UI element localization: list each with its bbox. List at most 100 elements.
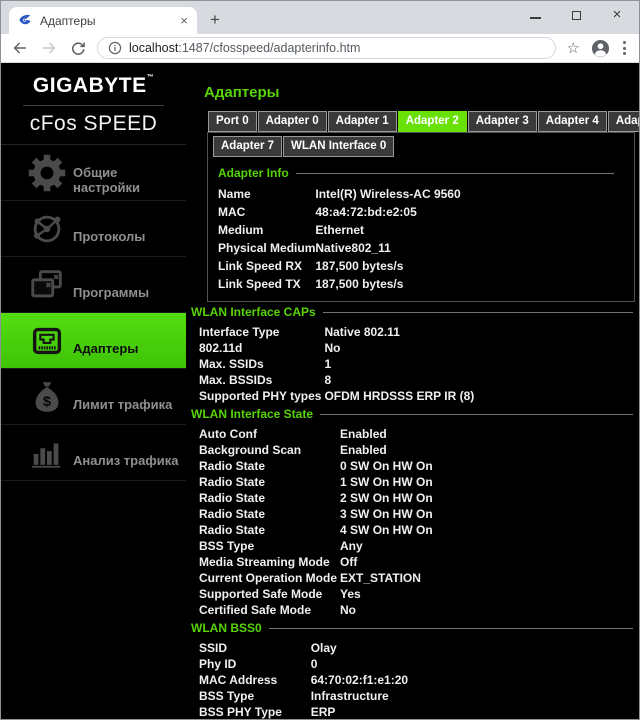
section-header-adapter-info: Adapter Info (218, 166, 624, 180)
forward-icon[interactable] (39, 38, 59, 58)
sidebar-item-label: Общие настройки (73, 165, 141, 195)
maximize-button[interactable] (570, 9, 582, 21)
sidebar-item-general-settings[interactable]: Общие настройки (1, 145, 186, 201)
info-label: Certified Safe Mode (199, 602, 312, 617)
info-row: BSS PHY Type ERP (199, 704, 408, 719)
info-label: Max. BSSIDs (199, 372, 273, 387)
info-label: Supported PHY types (199, 388, 322, 403)
info-row: MAC 48:a4:72:bd:e2:05 (218, 203, 461, 221)
info-label: SSID (199, 640, 228, 655)
info-value: 187,500 bytes/s (315, 276, 404, 291)
info-row: Radio State 2 SW On HW On (199, 490, 433, 506)
section-legend: WLAN Interface State (191, 407, 314, 421)
tab-adapter-5[interactable]: Adapter 5 (607, 111, 639, 132)
cfos-speed-app: GIGABYTE™ cFos SPEED Общие настройки Про… (1, 63, 639, 719)
info-label: Name (218, 186, 251, 201)
wlan-caps-table: Interface Type Native 802.11 802.11d No Max.… (199, 324, 474, 404)
tab-adapter-0[interactable]: Adapter 0 (257, 111, 327, 132)
minimize-button[interactable] (529, 9, 541, 21)
info-value: 8 (324, 372, 332, 387)
info-row: Radio State 1 SW On HW On (199, 474, 433, 490)
info-row: Medium Ethernet (218, 221, 461, 239)
logo-divider (23, 105, 164, 106)
info-value: EXT_STATION (340, 570, 421, 585)
info-value: 0 (310, 656, 318, 671)
refresh-icon[interactable] (68, 38, 88, 58)
tab-adapter-4[interactable]: Adapter 4 (537, 111, 607, 132)
gear-icon (28, 154, 66, 191)
info-row: Certified Safe Mode No (199, 602, 433, 618)
adapter-tabs-row-2: Adapter 7 WLAN Interface 0 (213, 136, 624, 157)
info-value: 48:a4:72:bd:e2:05 (315, 204, 417, 219)
address-bar[interactable]: localhost:1487/cfosspeed/adapterinfo.htm (97, 37, 556, 59)
section-header: WLAN Interface State (191, 407, 635, 421)
url-text: localhost:1487/cfosspeed/adapterinfo.htm (129, 41, 360, 55)
info-value: ERP (310, 704, 336, 719)
tab-adapter-7[interactable]: Adapter 7 (213, 136, 283, 157)
close-icon: × (612, 6, 622, 23)
info-label: Supported Safe Mode (199, 586, 323, 601)
info-row: Media Streaming Mode Off (199, 554, 433, 570)
page-info-icon[interactable] (108, 41, 122, 55)
sidebar-item-label: Протоколы (73, 228, 146, 244)
browser-toolbar: localhost:1487/cfosspeed/adapterinfo.htm… (1, 34, 639, 63)
section-wlan-interface-state: WLAN Interface State Auto Conf Enabled Bac… (191, 407, 635, 618)
browser-tab[interactable]: Адаптеры × (9, 7, 197, 34)
info-value: Native802_11 (315, 240, 391, 255)
back-icon[interactable] (10, 38, 30, 58)
profile-avatar-icon[interactable] (591, 39, 610, 58)
sidebar-item-label: Адаптеры (73, 340, 139, 356)
info-value: 1 (324, 356, 332, 371)
section-legend: WLAN BSS0 (191, 621, 262, 635)
info-value: Any (340, 538, 363, 553)
close-button[interactable]: × (611, 6, 623, 23)
info-label: Phy ID (199, 656, 237, 671)
info-label: MAC Address (199, 672, 278, 687)
svg-text:$: $ (43, 394, 51, 410)
info-label: Radio State (199, 490, 266, 505)
legend-divider-line (322, 311, 633, 313)
bookmark-star-icon[interactable]: ☆ (565, 39, 582, 57)
browser-tab-strip: Адаптеры × + × (1, 1, 639, 34)
info-row: Link Speed RX 187,500 bytes/s (218, 257, 461, 275)
info-value: Enabled (340, 426, 387, 441)
sidebar-item-adapters[interactable]: Адаптеры (1, 313, 186, 369)
tab-adapter-3[interactable]: Adapter 3 (467, 111, 537, 132)
info-row: Name Intel(R) Wireless-AC 9560 (218, 185, 461, 203)
info-row: Current Operation Mode EXT_STATION (199, 570, 433, 586)
browser-tab-title: Адаптеры (40, 13, 96, 28)
brand-block: GIGABYTE™ cFos SPEED (1, 63, 186, 145)
tab-close-icon[interactable]: × (180, 14, 188, 27)
info-row: Max. BSSIDs 8 (199, 372, 474, 388)
trademark: ™ (146, 74, 155, 81)
sidebar-item-label: Лимит трафика (73, 396, 173, 412)
main-content: Адаптеры Port 0 Adapter 0 Adapter 1 Adapter… (186, 63, 639, 719)
new-tab-button[interactable]: + (197, 10, 233, 34)
ethernet-port-icon (32, 327, 62, 354)
tab-wlan-interface-0[interactable]: WLAN Interface 0 (283, 136, 395, 157)
info-row: MAC Address 64:70:02:f1:e1:20 (199, 672, 408, 688)
money-bag-icon: $ (35, 381, 59, 412)
tab-port-0[interactable]: Port 0 (208, 111, 257, 132)
tab-adapter-1[interactable]: Adapter 1 (327, 111, 397, 132)
wlan-bss0-table: SSID Olay Phy ID 0 MAC Address 64:70:02:f1:e1… (199, 640, 408, 719)
info-label: BSS Type (199, 688, 255, 703)
sidebar-item-traffic-limit[interactable]: $ Лимит трафика (1, 369, 186, 425)
sidebar-item-traffic-analysis[interactable]: Анализ трафика (1, 425, 186, 481)
sidebar-item-protocols[interactable]: Протоколы (1, 201, 186, 257)
minimize-icon (529, 17, 541, 19)
info-label: MAC (218, 204, 246, 219)
info-label: Radio State (199, 458, 266, 473)
legend-divider-line (320, 413, 633, 415)
tab-adapter-2[interactable]: Adapter 2 (397, 111, 467, 132)
info-value: 4 SW On HW On (340, 522, 433, 537)
sidebar-filler (1, 481, 186, 719)
programs-windows-icon (31, 269, 62, 297)
sidebar-item-programs[interactable]: Программы (1, 257, 186, 313)
section-header: WLAN Interface CAPs (191, 305, 635, 319)
info-row: Interface Type Native 802.11 (199, 324, 474, 340)
sidebar: GIGABYTE™ cFos SPEED Общие настройки Про… (1, 63, 186, 719)
browser-menu-icon[interactable] (619, 39, 630, 57)
info-label: Physical Medium (218, 240, 316, 255)
info-value: OFDM HRDSSS ERP IR (8) (324, 388, 475, 403)
